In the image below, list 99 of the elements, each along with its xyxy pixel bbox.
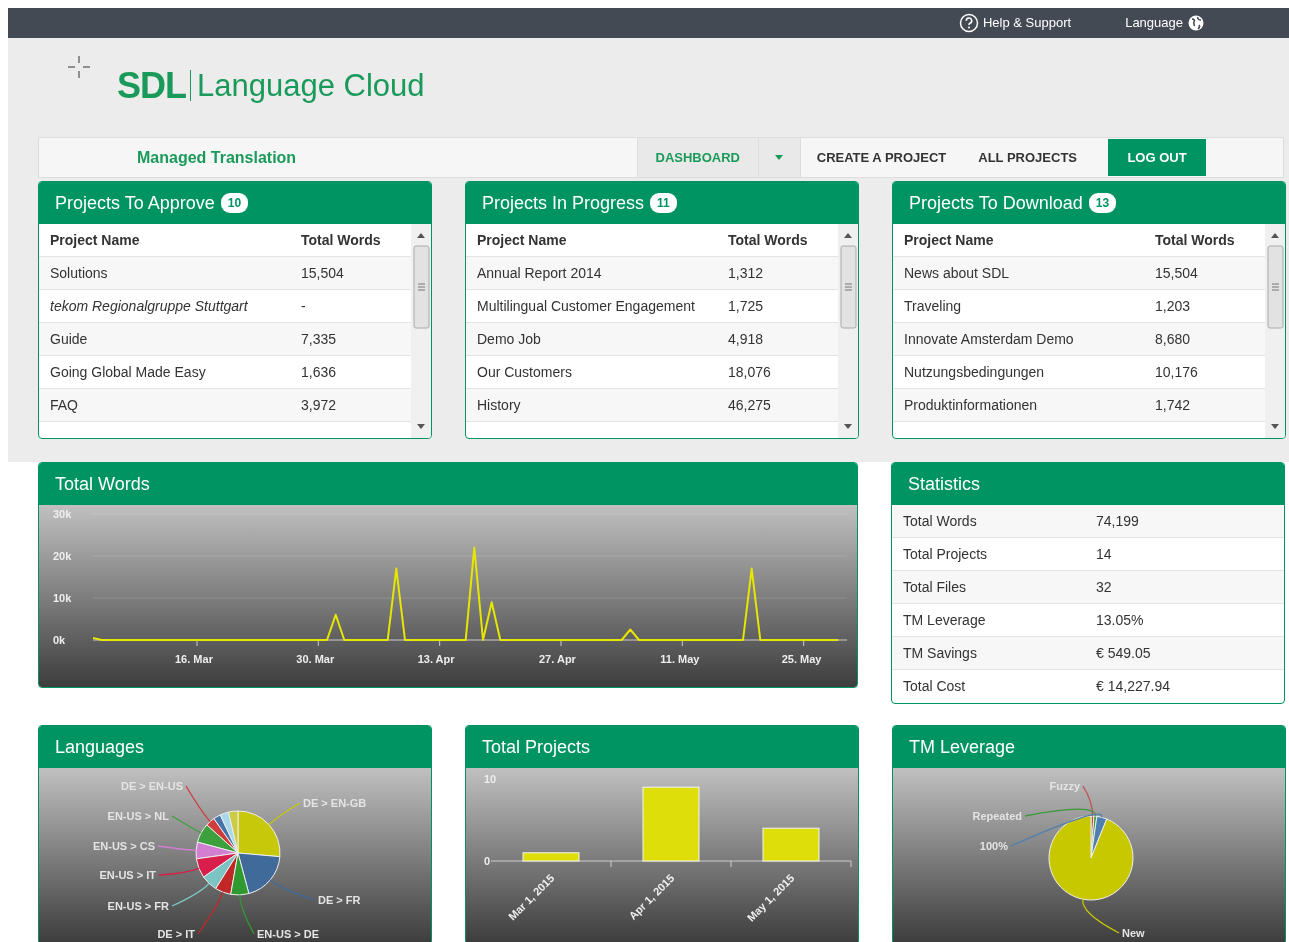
slice-label: DE > FR <box>318 894 361 906</box>
slice-label: New <box>1122 927 1145 939</box>
axis-label: 0k <box>53 634 66 646</box>
stat-label: Total Projects <box>902 544 989 564</box>
dropdown-button[interactable] <box>758 138 801 177</box>
count-badge: 10 <box>220 193 249 213</box>
card-title: Projects To Approve <box>55 191 215 215</box>
scrollbar[interactable] <box>411 224 431 438</box>
stat-value: 13.05% <box>1096 610 1144 630</box>
table-cell-text: 8,680 <box>1155 329 1191 349</box>
table-cell-text: 1,636 <box>301 362 337 382</box>
scrollbar[interactable] <box>1265 224 1285 438</box>
axis-label: 0 <box>484 855 491 867</box>
count-badge: 13 <box>1088 193 1117 213</box>
bar <box>522 852 580 862</box>
stat-label: Total Files <box>902 577 968 597</box>
table-cell-text: Demo Job <box>476 329 542 349</box>
stat-label: Total Words <box>902 511 978 531</box>
stat-value: € 14,227.94 <box>1096 677 1170 696</box>
axis-label: 20k <box>53 550 72 562</box>
table-cell-text: History <box>476 395 522 415</box>
table-cell-text: Innovate Amsterdam Demo <box>903 329 1075 349</box>
table-cell-text: Produktinformationen <box>903 395 1039 415</box>
column-header: Project Name <box>49 230 141 250</box>
card-title: Total Words <box>55 472 150 496</box>
table-cell-text: Guide <box>49 329 89 349</box>
globe-icon <box>1188 15 1204 31</box>
table-cell-text: Solutions <box>49 263 109 283</box>
table-cell-text: 46,275 <box>728 395 771 415</box>
language-link[interactable]: Language <box>1125 13 1183 33</box>
help-icon <box>959 13 979 33</box>
stat-label: TM Savings <box>902 643 978 663</box>
slice-label: EN-US > DE <box>257 928 320 940</box>
axis-label: 25. May <box>781 653 822 665</box>
table-cell-text: 15,504 <box>301 263 344 283</box>
table-cell-text: FAQ <box>49 395 79 415</box>
table-cell-text: Going Global Made Easy <box>49 362 207 382</box>
slice-label: EN-US > IT <box>99 869 156 881</box>
table-cell-text: Annual Report 2014 <box>476 263 603 283</box>
stat-label: Total Cost <box>902 677 967 696</box>
logo-brand: SDL <box>117 67 186 104</box>
stat-value: 32 <box>1096 577 1112 597</box>
count-badge: 11 <box>650 193 677 213</box>
table-cell-text: 15,504 <box>1155 263 1198 283</box>
table-cell-text: - <box>301 296 306 316</box>
table-cell-text: tekom Regionalgruppe Stuttgart <box>49 296 249 316</box>
card-title: Projects To Download <box>909 191 1083 215</box>
crosshair-icon <box>68 56 90 78</box>
stat-value: € 549.05 <box>1096 643 1151 663</box>
slice-label: EN-US > FR <box>107 900 169 912</box>
card-title: Projects In Progress <box>482 191 645 215</box>
slice-label: EN-US > CS <box>92 840 155 852</box>
stat-value: 74,199 <box>1096 511 1139 531</box>
nav-tab[interactable]: CREATE A PROJECT <box>800 138 963 177</box>
logout-button[interactable]: LOG OUT <box>1108 139 1206 176</box>
table-cell-text: 1,725 <box>728 296 764 316</box>
nav-tab[interactable]: ALL PROJECTS <box>962 138 1093 177</box>
axis-label: 30. Mar <box>296 653 335 665</box>
table-cell-text: Traveling <box>903 296 963 316</box>
table-cell-text: Our Customers <box>476 362 573 382</box>
table-cell-text: Multilingual Customer Engagement <box>476 296 696 316</box>
axis-label: 27. Apr <box>539 653 576 665</box>
column-header: Project Name <box>476 230 568 250</box>
stat-label: TM Leverage <box>902 610 987 630</box>
table-cell-text: Nutzungsbedingungen <box>903 362 1046 382</box>
slice-label: 100% <box>979 840 1008 852</box>
column-header: Total Words <box>1155 230 1235 250</box>
table-cell-text: 3,972 <box>301 395 337 415</box>
card-title: TM Leverage <box>909 735 1016 759</box>
column-header: Project Name <box>903 230 995 250</box>
card-title: Statistics <box>908 472 981 496</box>
axis-label: 13. Apr <box>417 653 455 665</box>
stat-value: 14 <box>1096 544 1112 564</box>
app-title: Managed Translation <box>136 147 297 168</box>
column-header: Total Words <box>728 230 808 250</box>
table-cell-text: 1,203 <box>1155 296 1191 316</box>
slice-label: DE > EN-GB <box>303 797 367 809</box>
table-cell-text: News about SDL <box>903 263 1011 283</box>
axis-label: 10k <box>53 592 72 604</box>
table-cell-text: 1,312 <box>728 263 764 283</box>
bar <box>762 827 820 862</box>
axis-label: 10 <box>484 773 497 785</box>
table-cell-text: 18,076 <box>728 362 771 382</box>
table-cell-text: 10,176 <box>1155 362 1198 382</box>
caret-icon <box>775 155 784 160</box>
axis-label: 16. Mar <box>175 653 213 665</box>
help-link[interactable]: Help & Support <box>983 13 1072 33</box>
axis-label: 11. May <box>660 653 700 665</box>
card-title: Languages <box>55 735 145 759</box>
card-title: Total Projects <box>482 735 591 759</box>
table-cell-text: 1,742 <box>1155 395 1191 415</box>
slice-label: DE > IT <box>157 928 195 940</box>
slice-label: EN-US > NL <box>107 810 169 822</box>
table-cell-text: 7,335 <box>301 329 337 349</box>
slice-label: Repeated <box>972 810 1022 822</box>
table-cell-text: 4,918 <box>728 329 764 349</box>
column-header: Total Words <box>301 230 381 250</box>
scrollbar[interactable] <box>838 224 858 438</box>
logo-product: Language Cloud <box>190 70 425 101</box>
